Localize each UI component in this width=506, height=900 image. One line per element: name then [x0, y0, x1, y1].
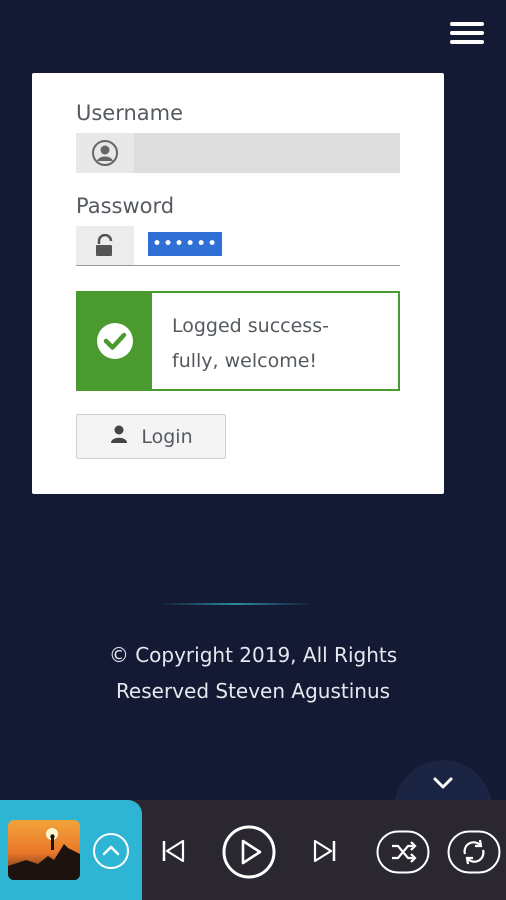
- password-value: ••••••: [148, 232, 223, 256]
- username-input[interactable]: [134, 133, 400, 173]
- repeat-icon[interactable]: [447, 830, 501, 874]
- user-circle-icon: [76, 133, 134, 173]
- chevron-down-icon: [433, 777, 453, 789]
- divider: [160, 603, 312, 605]
- password-input[interactable]: ••••••: [134, 226, 400, 265]
- shuffle-icon[interactable]: [376, 830, 430, 874]
- success-alert: Logged success- fully, welcome!: [76, 291, 400, 391]
- copyright-line-1: © Copyright 2019, All Rights: [108, 643, 398, 667]
- copyright-line-2: Reserved Steven Agustinus: [115, 679, 391, 703]
- expand-up-icon[interactable]: [92, 832, 130, 870]
- login-card: Username Password •••••• Logged success-…: [32, 73, 444, 494]
- unlock-icon: [76, 226, 134, 265]
- username-label: Username: [76, 101, 184, 125]
- alert-message: Logged success- fully, welcome!: [172, 309, 382, 379]
- music-player: [0, 800, 506, 900]
- album-art[interactable]: [8, 820, 80, 880]
- login-button[interactable]: Login: [76, 414, 226, 459]
- previous-icon[interactable]: [158, 836, 188, 866]
- hamburger-menu-icon[interactable]: [450, 22, 484, 48]
- copyright: © Copyright 2019, All Rights Reserved St…: [40, 637, 466, 709]
- username-field[interactable]: [76, 133, 400, 173]
- next-icon[interactable]: [310, 836, 340, 866]
- password-label: Password: [76, 194, 175, 218]
- user-icon: [109, 424, 129, 449]
- alert-line-1: Logged success-: [172, 315, 329, 337]
- password-field[interactable]: ••••••: [76, 226, 400, 266]
- alert-line-2: fully, welcome!: [172, 350, 318, 372]
- play-icon[interactable]: [221, 824, 277, 880]
- check-circle-icon: [78, 293, 152, 389]
- login-button-label: Login: [141, 425, 193, 448]
- player-now-playing: [0, 800, 142, 900]
